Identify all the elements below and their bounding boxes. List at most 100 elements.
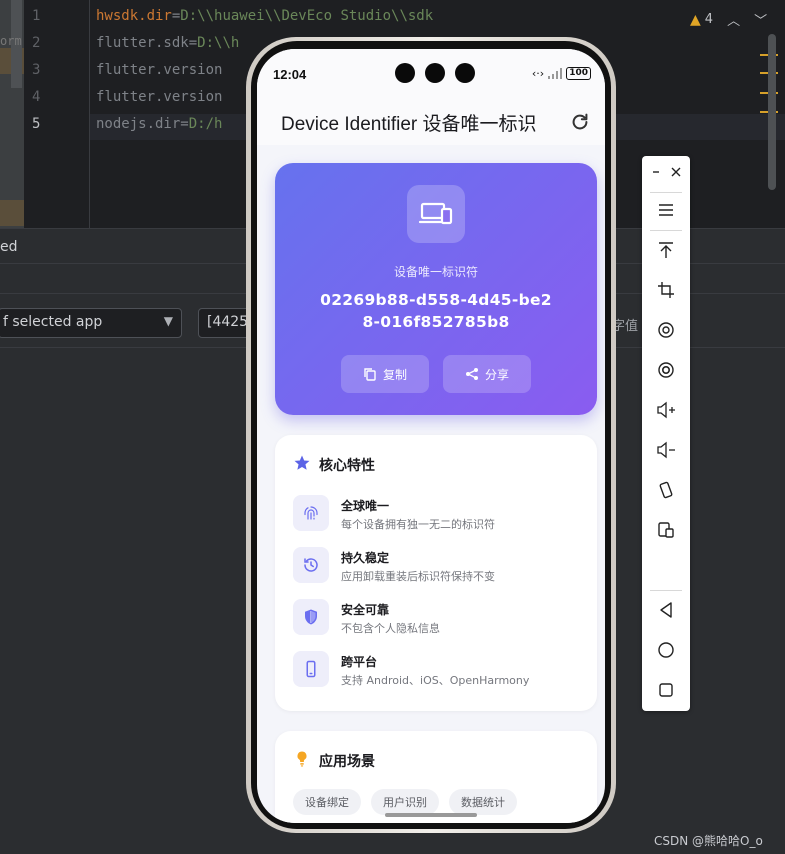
scenario-chip[interactable]: 数据统计 xyxy=(449,789,517,815)
phone-icon xyxy=(293,651,329,687)
devices-icon xyxy=(407,185,465,243)
refresh-icon[interactable] xyxy=(569,111,591,133)
chevron-up-icon[interactable]: ︿ xyxy=(727,10,740,29)
copy-button-label: 复制 xyxy=(382,367,407,382)
code-key: hwsdk.dir xyxy=(96,8,172,24)
device-id-label: 设备唯一标识符 xyxy=(393,265,478,279)
multi-device-icon[interactable] xyxy=(654,518,678,542)
close-icon[interactable] xyxy=(664,160,688,184)
feature-desc: 不包含个人隐私信息 xyxy=(341,622,440,635)
copy-icon xyxy=(364,368,376,381)
chevron-down-icon[interactable]: ﹀ xyxy=(754,10,767,29)
star-icon xyxy=(294,455,310,470)
feature-item: 安全可靠 不包含个人隐私信息 xyxy=(293,599,583,639)
shield-icon xyxy=(293,599,329,635)
camera-icon xyxy=(425,63,445,83)
data-transfer-icon: ‹·› xyxy=(531,67,545,80)
app-header: Device Identifier 设备唯一标识 xyxy=(257,99,605,145)
lightbulb-icon xyxy=(297,751,307,767)
pid-filter-value: [4425 xyxy=(207,314,249,330)
app-title: Device Identifier 设备唯一标识 xyxy=(281,114,537,135)
home-indicator[interactable] xyxy=(385,813,477,817)
home-icon[interactable] xyxy=(654,638,678,662)
feature-item: 跨平台 支持 Android、iOS、OpenHarmony xyxy=(293,651,583,691)
feature-item: 持久稳定 应用卸载重装后标识符保持不变 xyxy=(293,547,583,587)
line-number: 1 xyxy=(32,8,41,24)
camera-icon xyxy=(395,63,415,83)
filter-field-label: 字值 xyxy=(612,319,639,334)
code-line[interactable]: nodejs.dir=D:/h xyxy=(96,116,222,132)
scenarios-title: 应用场景 xyxy=(319,754,375,770)
camera-cutout xyxy=(395,63,475,83)
camera-icon xyxy=(455,63,475,83)
watermark: CSDN @熊哈哈O_o xyxy=(654,834,763,848)
line-number-gutter: 1 2 3 4 5 xyxy=(24,0,90,228)
status-icons: ‹·› 100 xyxy=(532,67,591,80)
feature-desc: 应用卸载重装后标识符保持不变 xyxy=(341,570,495,583)
chevron-down-icon: ▼ xyxy=(163,314,173,328)
feature-title: 跨平台 xyxy=(341,655,378,669)
scenario-chip[interactable]: 设备绑定 xyxy=(293,789,361,815)
code-key: flutter.version xyxy=(96,89,223,105)
code-key: nodejs.dir xyxy=(96,116,181,132)
code-line[interactable]: hwsdk.dir=D:\\huawei\\DevEco Studio\\sdk xyxy=(96,8,433,24)
scenarios-card: 应用场景 设备绑定 用户识别 数据统计 xyxy=(275,731,597,823)
status-time: 12:04 xyxy=(273,67,307,82)
toolbar-divider xyxy=(650,590,682,591)
share-icon xyxy=(465,368,478,380)
code-eq: = xyxy=(188,35,198,51)
volume-up-icon[interactable] xyxy=(654,398,678,422)
phone-bezel: 12:04 ‹·› 100 Device Identifier 设备唯一标识 设… xyxy=(251,41,611,829)
line-number: 2 xyxy=(32,35,41,51)
app-filter-select[interactable]: f selected app ▼ xyxy=(0,308,182,338)
crop-icon[interactable] xyxy=(654,278,678,302)
fingerprint-icon xyxy=(293,495,329,531)
app-filter-value: f selected app xyxy=(3,314,103,330)
share-button-label: 分享 xyxy=(484,367,509,382)
volume-down-icon[interactable] xyxy=(654,438,678,462)
warning-icon: ▲ xyxy=(690,11,701,28)
copy-button[interactable]: 复制 xyxy=(341,355,429,393)
share-button[interactable]: 分享 xyxy=(443,355,531,393)
toolbar-divider xyxy=(650,192,682,193)
strip-label: orm xyxy=(0,34,22,48)
battery-icon: 100 xyxy=(566,67,591,80)
code-line[interactable]: flutter.version xyxy=(96,89,222,105)
line-number: 5 xyxy=(32,116,41,132)
emulator-toolbar xyxy=(642,156,690,711)
phone-screen[interactable]: 12:04 ‹·› 100 Device Identifier 设备唯一标识 设… xyxy=(257,49,605,823)
menu-icon[interactable] xyxy=(654,198,678,222)
strip-highlight xyxy=(0,200,24,226)
status-bar: 12:04 ‹·› 100 xyxy=(257,49,605,99)
code-value: D:/h xyxy=(188,116,223,132)
phone-frame: 12:04 ‹·› 100 Device Identifier 设备唯一标识 设… xyxy=(246,37,616,833)
screenshot-icon[interactable] xyxy=(654,358,678,382)
feature-title: 全球唯一 xyxy=(341,499,390,513)
editor-scrollbar[interactable] xyxy=(768,34,776,190)
feature-item: 全球唯一 每个设备拥有独一无二的标识符 xyxy=(293,495,583,535)
device-id-value: 02269b88-d558-4d45-be28-016f852785b8 xyxy=(320,291,552,331)
inspection-widget[interactable]: ▲ 4 ︿ ﹀ xyxy=(690,10,767,30)
features-title: 核心特性 xyxy=(319,458,375,474)
code-line[interactable]: flutter.version xyxy=(96,62,222,78)
line-number: 3 xyxy=(32,62,41,78)
signal-icon xyxy=(548,68,563,79)
scroll-content[interactable]: 设备唯一标识符 02269b88-d558-4d45-be28-016f8527… xyxy=(257,145,605,823)
tool-window-title: ed xyxy=(0,239,18,255)
feature-desc: 支持 Android、iOS、OpenHarmony xyxy=(341,674,530,687)
recents-icon[interactable] xyxy=(654,678,678,702)
code-value: D:\\huawei\\DevEco Studio\\sdk xyxy=(180,8,434,24)
pin-top-icon[interactable] xyxy=(654,238,678,262)
rotate-icon[interactable] xyxy=(654,318,678,342)
code-key: flutter.version xyxy=(96,62,223,78)
toolbar-divider xyxy=(650,230,682,231)
code-line[interactable]: flutter.sdk=D:\\h xyxy=(96,35,239,51)
feature-title: 持久稳定 xyxy=(341,551,390,565)
warning-count: 4 xyxy=(704,12,714,27)
code-key: flutter.sdk xyxy=(96,35,189,51)
back-icon[interactable] xyxy=(654,598,678,622)
left-tool-strip: orm xyxy=(0,0,24,228)
scenario-chip[interactable]: 用户识别 xyxy=(371,789,439,815)
features-card: 核心特性 全球唯一 每个设备拥有独一无二的标识符 持久稳定 应用卸载重装后标识符… xyxy=(275,435,597,711)
rotate-device-icon[interactable] xyxy=(654,478,678,502)
